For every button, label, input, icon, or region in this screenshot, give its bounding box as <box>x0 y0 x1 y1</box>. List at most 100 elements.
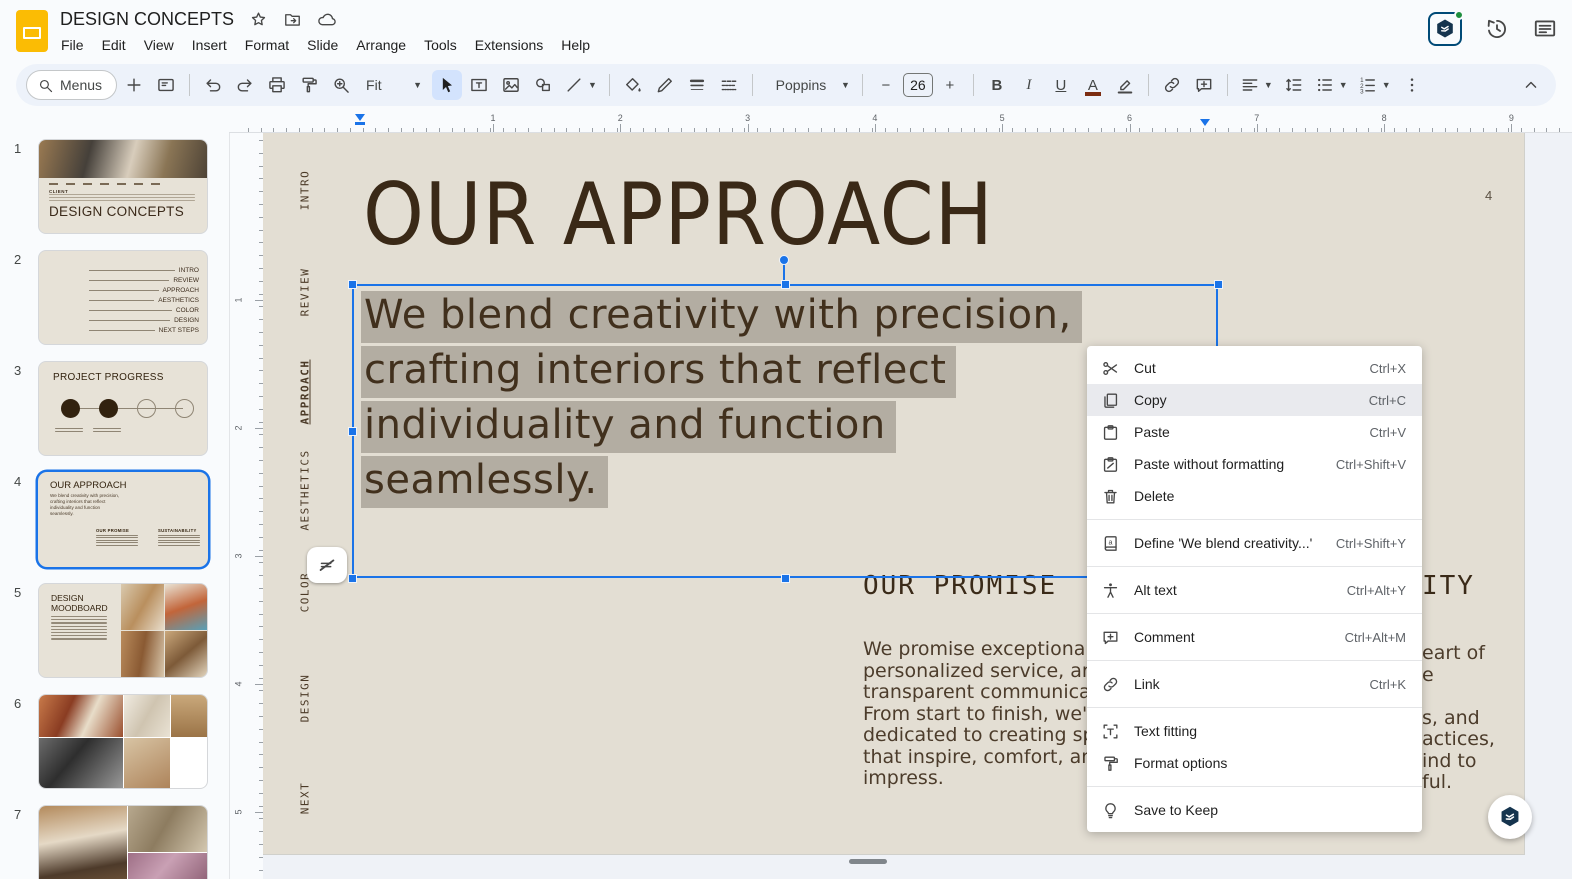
selection-handle[interactable] <box>348 427 357 436</box>
menubar-item-help[interactable]: Help <box>552 34 599 56</box>
highlight-color-button[interactable] <box>1110 70 1140 100</box>
align-button[interactable]: ▼ <box>1236 70 1277 100</box>
insert-line-button[interactable]: ▼ <box>560 70 601 100</box>
selection-handle[interactable] <box>781 574 790 583</box>
menubar-item-format[interactable]: Format <box>236 34 298 56</box>
insert-image-button[interactable] <box>496 70 526 100</box>
slide-thumbnail-3[interactable]: PROJECT PROGRESS <box>38 361 208 456</box>
cloud-saved-icon[interactable] <box>316 10 336 30</box>
side-nav-design[interactable]: DESIGN <box>299 674 312 723</box>
context-menu-item-delete[interactable]: Delete <box>1087 480 1422 512</box>
slide-layout-button[interactable] <box>151 70 181 100</box>
decrease-font-button[interactable]: − <box>871 70 901 100</box>
text-box-button[interactable] <box>464 70 494 100</box>
select-tool-button[interactable] <box>432 70 463 100</box>
slide-thumbnail-7[interactable] <box>38 805 208 879</box>
menubar-item-arrange[interactable]: Arrange <box>347 34 415 56</box>
slide-thumbnail-6[interactable] <box>38 694 208 789</box>
slides-logo[interactable] <box>16 10 48 52</box>
side-nav-approach[interactable]: APPROACH <box>299 360 312 425</box>
rotation-handle[interactable] <box>779 255 789 265</box>
insert-shape-button[interactable] <box>528 70 558 100</box>
menubar-item-tools[interactable]: Tools <box>415 34 466 56</box>
fill-color-button[interactable] <box>618 70 648 100</box>
italic-button[interactable]: I <box>1014 70 1044 100</box>
ai-floating-button[interactable] <box>1488 795 1532 839</box>
context-menu-item-text-fitting[interactable]: Text fitting <box>1087 715 1422 747</box>
star-icon[interactable] <box>248 10 268 30</box>
slide-thumbnail-4[interactable]: OUR APPROACH We blend creativity with pre… <box>38 472 208 567</box>
menubar-item-insert[interactable]: Insert <box>183 34 236 56</box>
bold-button[interactable]: B <box>982 70 1012 100</box>
ruler-tick <box>255 812 263 813</box>
underline-button[interactable]: U <box>1046 70 1076 100</box>
border-dash-button[interactable] <box>714 70 744 100</box>
menus-search-button[interactable]: Menus <box>26 70 118 100</box>
context-menu-item-cut[interactable]: Cut Ctrl+X <box>1087 352 1422 384</box>
line-spacing-button[interactable] <box>1279 70 1309 100</box>
add-comment-button[interactable] <box>1189 70 1219 100</box>
insert-link-button[interactable] <box>1157 70 1187 100</box>
side-nav-review[interactable]: REVIEW <box>299 268 312 317</box>
increase-font-button[interactable]: + <box>935 70 965 100</box>
selection-handle[interactable] <box>348 280 357 289</box>
context-menu-item-define-we-blend-creativity[interactable]: a Define 'We blend creativity...' Ctrl+Shi… <box>1087 527 1422 559</box>
selection-handle[interactable] <box>348 574 357 583</box>
menubar-item-view[interactable]: View <box>135 34 183 56</box>
border-weight-button[interactable] <box>682 70 712 100</box>
document-title[interactable]: DESIGN CONCEPTS <box>60 9 234 30</box>
context-menu-item-format-options[interactable]: Format options <box>1087 747 1422 779</box>
slide-title[interactable]: OUR APPROACH <box>363 165 994 265</box>
bulleted-list-button[interactable]: ▼ <box>1311 70 1352 100</box>
left-indent-bar[interactable] <box>355 122 365 125</box>
slide-thumbnail-1[interactable]: CLIENT DESIGN CONCEPTS <box>38 139 208 234</box>
context-menu-item-comment[interactable]: Comment Ctrl+Alt+M <box>1087 621 1422 653</box>
menubar-item-slide[interactable]: Slide <box>298 34 347 56</box>
context-menu-item-copy[interactable]: Copy Ctrl+C <box>1087 384 1422 416</box>
sustainability-heading-fragment[interactable]: ITY <box>1422 571 1475 601</box>
font-family-select[interactable]: Poppins ▼ <box>761 70 854 100</box>
ai-assistant-button[interactable] <box>1428 10 1464 46</box>
menubar-item-extensions[interactable]: Extensions <box>466 34 552 56</box>
text-color-button[interactable]: A <box>1078 70 1108 100</box>
context-menu-item-paste-without-formatting[interactable]: Paste without formatting Ctrl+Shift+V <box>1087 448 1422 480</box>
left-indent-marker[interactable] <box>355 114 365 121</box>
redo-button[interactable] <box>230 70 260 100</box>
context-menu-item-save-to-keep[interactable]: Save to Keep <box>1087 794 1422 826</box>
side-nav-intro[interactable]: INTRO <box>299 170 312 211</box>
move-folder-icon[interactable] <box>282 10 302 30</box>
comments-panel-icon[interactable] <box>1532 16 1558 42</box>
scrollbar-thumb[interactable] <box>849 859 887 864</box>
slide-thumbnail-5[interactable]: DESIGN MOODBOARD <box>38 583 208 678</box>
selection-handle[interactable] <box>781 280 790 289</box>
side-nav-next[interactable]: NEXT <box>299 782 312 815</box>
border-color-button[interactable] <box>650 70 680 100</box>
new-slide-button[interactable] <box>119 70 149 100</box>
numbered-list-button[interactable]: 1 2 3 ▼ <box>1354 70 1395 100</box>
mini-columns: OUR PROMISE SUSTAINABILITY <box>96 528 202 547</box>
menubar-item-edit[interactable]: Edit <box>93 34 135 56</box>
selection-handle[interactable] <box>1214 280 1223 289</box>
ruler-tick <box>255 428 263 429</box>
zoom-button[interactable] <box>326 70 356 100</box>
text-fitting-indicator[interactable] <box>307 547 347 583</box>
version-history-icon[interactable] <box>1484 16 1510 42</box>
undo-button[interactable] <box>198 70 228 100</box>
slide-thumbnail-2[interactable]: INTRO REVIEW APPROACH AESTHETICS COLOR DESIGN… <box>38 250 208 345</box>
collapse-toolbar-button[interactable] <box>1516 70 1546 100</box>
ruler-number: 4 <box>872 113 878 123</box>
menubar-item-file[interactable]: File <box>52 34 93 56</box>
sustainability-paragraph[interactable]: eart of e s, and actices, ind to ful. <box>1422 642 1495 794</box>
font-size-input[interactable]: 26 <box>902 73 933 97</box>
promise-paragraph[interactable]: We promise exceptional qupersonalized se… <box>863 639 1089 790</box>
context-menu-item-alt-text[interactable]: Alt text Ctrl+Alt+Y <box>1087 574 1422 606</box>
paint-format-button[interactable] <box>294 70 324 100</box>
context-menu-item-link[interactable]: Link Ctrl+K <box>1087 668 1422 700</box>
thumbnail-body-text <box>51 616 111 640</box>
zoom-fit-select[interactable]: Fit ▼ <box>358 70 430 100</box>
right-indent-marker[interactable] <box>1200 119 1210 126</box>
more-options-button[interactable] <box>1397 70 1427 100</box>
side-nav-aesthetics[interactable]: AESTHETICS <box>299 449 312 530</box>
context-menu-item-paste[interactable]: Paste Ctrl+V <box>1087 416 1422 448</box>
print-button[interactable] <box>262 70 292 100</box>
